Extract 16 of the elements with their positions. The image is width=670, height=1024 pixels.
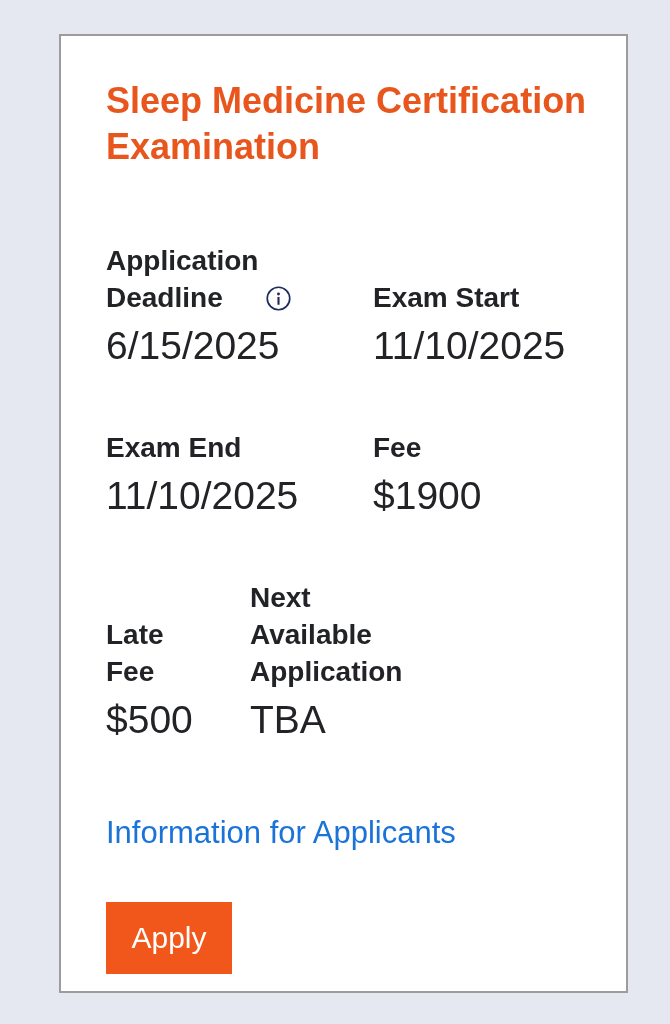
apply-button[interactable]: Apply (106, 902, 232, 974)
detail-label: Exam Start (373, 281, 520, 315)
card-title: Sleep Medicine Certification Examination (106, 79, 588, 169)
detail-value: 11/10/2025 (373, 324, 566, 368)
detail-value: $500 (106, 698, 193, 742)
detail-label: Application Deadline (106, 244, 260, 315)
detail-label: Exam End (106, 431, 242, 465)
detail-label: Next Available Application (250, 581, 404, 689)
detail-value: $1900 (373, 474, 482, 518)
applicants-info-link[interactable]: Information for Applicants (106, 815, 456, 851)
detail-value: TBA (250, 698, 326, 742)
info-icon[interactable] (266, 286, 291, 311)
detail-label: Fee (373, 431, 422, 465)
detail-value: 6/15/2025 (106, 324, 280, 368)
detail-label: Late Fee (106, 618, 165, 689)
detail-value: 11/10/2025 (106, 474, 299, 518)
